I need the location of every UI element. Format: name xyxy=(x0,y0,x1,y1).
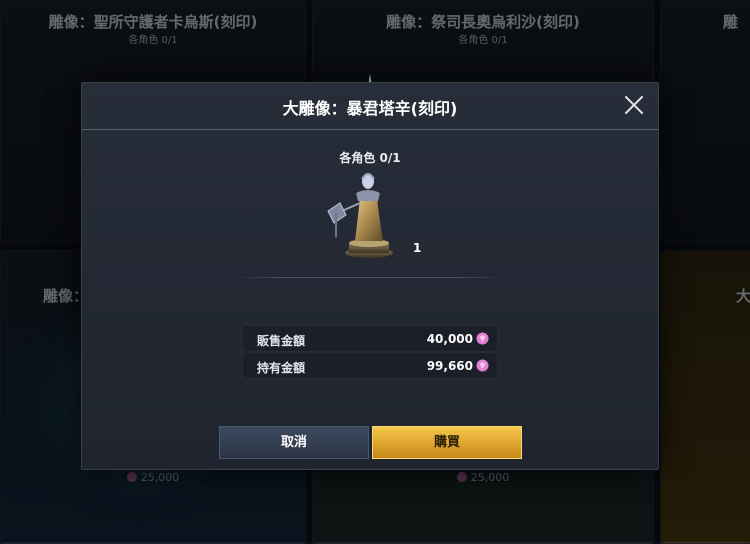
owned-amount-row: 持有金額 99,660 xyxy=(242,352,498,379)
cancel-button[interactable]: 取消 xyxy=(219,426,369,459)
sell-price-label: 販售金額 xyxy=(257,334,306,348)
close-icon[interactable] xyxy=(622,93,646,117)
gem-icon xyxy=(476,359,489,372)
dialog-header: 大雕像：暴君塔辛(刻印) xyxy=(82,83,658,130)
statue-image xyxy=(327,173,393,258)
gem-icon xyxy=(476,332,489,345)
divider xyxy=(232,277,508,278)
per-character-limit: 各角色 0/1 xyxy=(339,151,401,165)
dialog-title: 大雕像：暴君塔辛(刻印) xyxy=(282,99,458,118)
sell-price-value: 40,000 xyxy=(426,332,473,346)
statue-count: 1 xyxy=(413,241,422,255)
owned-amount-label: 持有金額 xyxy=(257,361,306,375)
buy-button[interactable]: 購買 xyxy=(372,426,522,459)
purchase-dialog: 大雕像：暴君塔辛(刻印) 各角色 0/1 1 販售金額 40,000 持有金額 … xyxy=(81,82,659,470)
owned-amount-value: 99,660 xyxy=(426,359,473,373)
sell-price-row: 販售金額 40,000 xyxy=(242,325,498,352)
